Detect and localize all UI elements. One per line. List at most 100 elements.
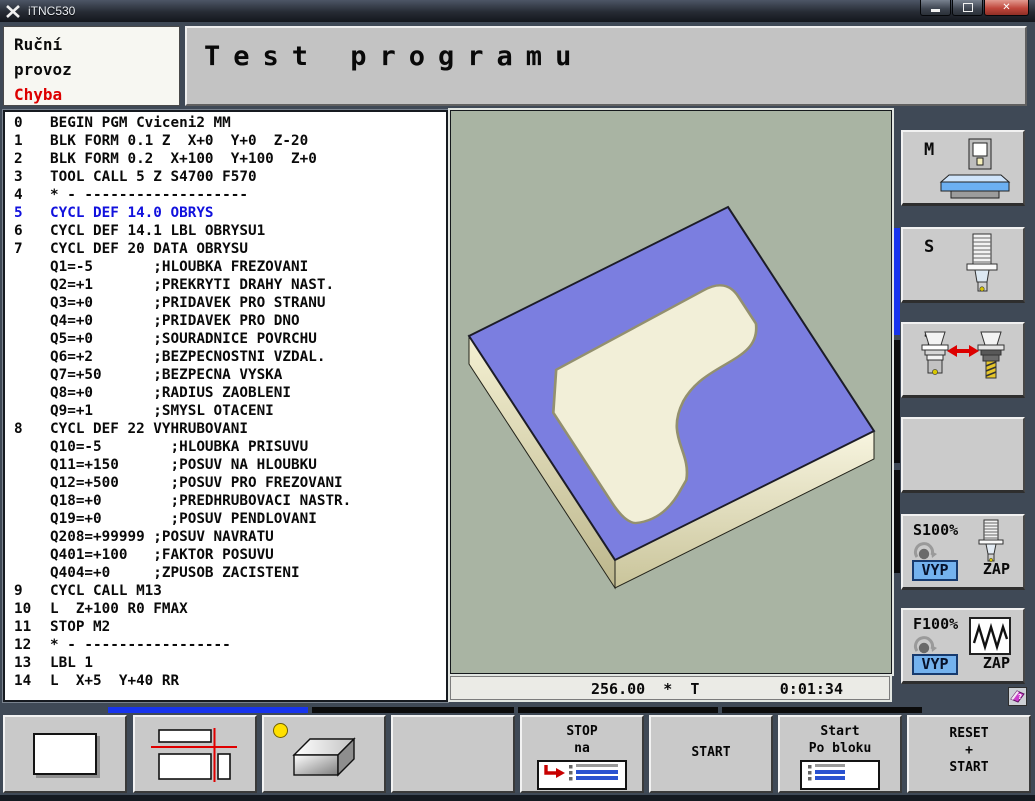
mode-line-1: Ruční (14, 32, 179, 57)
spindle-override-on-label: ZAP (983, 560, 1010, 578)
program-line[interactable]: 2BLK FORM 0.2 X+100 Y+100 Z+0 (5, 151, 446, 169)
window-title: iTNC530 (28, 4, 75, 18)
single-block-icon (800, 760, 880, 790)
softkey-label: Start (780, 723, 900, 740)
key-label-m: M (924, 140, 934, 160)
help-book-icon[interactable]: ? (1008, 687, 1027, 706)
workpiece-3d-graphic (451, 111, 889, 671)
softkey-reset-start[interactable]: RESET + START (907, 715, 1031, 793)
softkey-row-indicator (518, 707, 718, 713)
softkey-start-single-block[interactable]: Start Po bloku (778, 715, 902, 793)
program-line[interactable]: Q19=+0 ;POSUV PENDLOVANI (5, 511, 446, 529)
program-line[interactable]: 10L Z+100 R0 FMAX (5, 601, 446, 619)
window-bottom-frame (0, 795, 1035, 801)
program-line[interactable]: Q1=-5 ;HLOUBKA FREZOVANI (5, 259, 446, 277)
simulation-status-bar: 256.00 * T 0:01:34 (450, 676, 890, 700)
spindle-override-off-badge: VYP (912, 560, 958, 581)
softkey-empty[interactable] (391, 715, 515, 793)
plan-view-icon (33, 733, 97, 775)
program-line[interactable]: 7CYCL DEF 20 DATA OBRYSU (5, 241, 446, 259)
program-line[interactable]: 13LBL 1 (5, 655, 446, 673)
key-label-s: S (924, 237, 934, 257)
program-line[interactable]: Q4=+0 ;PRIDAVEK PRO DNO (5, 313, 446, 331)
minimize-button[interactable] (920, 0, 951, 16)
program-line[interactable]: 1BLK FORM 0.1 Z X+0 Y+0 Z-20 (5, 133, 446, 151)
softkey-label: START (909, 759, 1029, 776)
feed-override-key[interactable]: F100% VYP ZAP (901, 608, 1025, 684)
program-line[interactable]: 4* - ------------------- (5, 187, 446, 205)
itnc530-window: iTNC530 ✕ Ruční provoz Chyba Test progra… (0, 0, 1035, 801)
machine-status-key-m[interactable]: M (901, 130, 1025, 206)
softkey-label: STOP (522, 723, 642, 740)
feed-zigzag-icon (969, 617, 1011, 655)
program-line[interactable]: 8CYCL DEF 22 VYHRUBOVANI (5, 421, 446, 439)
close-button[interactable]: ✕ (984, 0, 1029, 16)
softkey-view-3d[interactable] (262, 715, 386, 793)
active-view-indicator (273, 723, 288, 738)
softkey-view-projections[interactable] (133, 715, 257, 793)
program-line[interactable]: Q9=+1 ;SMYSL OTACENI (5, 403, 446, 421)
program-line[interactable]: Q11=+150 ;POSUV NA HLOUBKU (5, 457, 446, 475)
simulation-view (450, 110, 892, 674)
program-line[interactable]: 14L X+5 Y+40 RR (5, 673, 446, 691)
softkey-row-indicator (722, 707, 922, 713)
program-line[interactable]: Q12=+500 ;POSUV PRO FREZOVANI (5, 475, 446, 493)
titlebar: iTNC530 ✕ (0, 0, 1035, 22)
program-line[interactable]: Q3=+0 ;PRIDAVEK PRO STRANU (5, 295, 446, 313)
spindle-status-key-s[interactable]: S (901, 227, 1025, 303)
program-listing[interactable]: 0BEGIN PGM Cviceni2 MM1BLK FORM 0.1 Z X+… (3, 110, 448, 702)
machining-time: 0:01:34 (780, 680, 843, 698)
program-line[interactable]: 0BEGIN PGM Cviceni2 MM (5, 115, 446, 133)
tool-status-key-t[interactable]: T (901, 322, 1025, 398)
spindle-override-key[interactable]: S100% VYP ZAP (901, 514, 1025, 590)
sidebar-row-indicator-active (894, 228, 900, 335)
stop-at-block-icon (537, 760, 627, 790)
program-line[interactable]: Q208=+99999 ;POSUV NAVRATU (5, 529, 446, 547)
spindle-small-icon (975, 519, 1007, 565)
machine-icon (939, 137, 1011, 201)
program-line[interactable]: 12* - ----------------- (5, 637, 446, 655)
softkey-view-plan[interactable] (3, 715, 127, 793)
program-line[interactable]: Q10=-5 ;HLOUBKA PRISUVU (5, 439, 446, 457)
program-line[interactable]: 3TOOL CALL 5 Z S4700 F570 (5, 169, 446, 187)
spindle-override-label: S100% (913, 521, 958, 539)
program-line[interactable]: Q401=+100 ;FAKTOR POSUVU (5, 547, 446, 565)
program-line[interactable]: 5CYCL DEF 14.0 OBRYS (5, 205, 446, 223)
program-line[interactable]: 11STOP M2 (5, 619, 446, 637)
program-line[interactable]: 9CYCL CALL M13 (5, 583, 446, 601)
sidebar-row-indicator (894, 340, 900, 463)
feed-override-off-badge: VYP (912, 654, 958, 675)
softkey-row-indicator (312, 707, 514, 713)
feed-tool-readout: 256.00 * T (591, 680, 699, 698)
softkey-label: RESET (909, 725, 1029, 742)
tool-change-icon (909, 330, 1019, 392)
page-title: Test programu (204, 41, 1025, 72)
three-d-view-icon (286, 731, 362, 783)
maximize-button[interactable] (952, 0, 983, 16)
three-plane-view-icon (149, 727, 241, 783)
close-icon: ✕ (1002, 2, 1010, 13)
program-line[interactable]: Q8=+0 ;RADIUS ZAOBLENI (5, 385, 446, 403)
softkey-label: na (522, 740, 642, 757)
softkey-label: Po bloku (780, 740, 900, 757)
softkey-label: START (651, 717, 771, 789)
svg-text:?: ? (1018, 693, 1022, 701)
mode-line-2: provoz (14, 57, 179, 82)
program-line[interactable]: Q404=+0 ;ZPUSOB ZACISTENI (5, 565, 446, 583)
sidebar-row-indicator (894, 470, 900, 573)
softkey-label: + (909, 742, 1029, 759)
sidebar-key-empty[interactable] (901, 417, 1025, 493)
header-panel: Test programu (185, 26, 1027, 106)
operating-mode-panel: Ruční provoz Chyba (3, 26, 180, 106)
program-line[interactable]: Q7=+50 ;BEZPECNA VYSKA (5, 367, 446, 385)
program-line[interactable]: Q6=+2 ;BEZPECNOSTNI VZDAL. (5, 349, 446, 367)
program-line[interactable]: Q2=+1 ;PREKRYTI DRAHY NAST. (5, 277, 446, 295)
minimize-icon (931, 9, 940, 12)
program-line[interactable]: Q5=+0 ;SOURADNICE POVRCHU (5, 331, 446, 349)
softkey-start[interactable]: START (649, 715, 773, 793)
program-line[interactable]: 6CYCL DEF 14.1 LBL OBRYSU1 (5, 223, 446, 241)
spindle-icon (945, 232, 1017, 298)
program-line[interactable]: Q18=+0 ;PREDHRUBOVACI NASTR. (5, 493, 446, 511)
app-logo-icon (6, 5, 21, 18)
softkey-stop-at[interactable]: STOP na (520, 715, 644, 793)
